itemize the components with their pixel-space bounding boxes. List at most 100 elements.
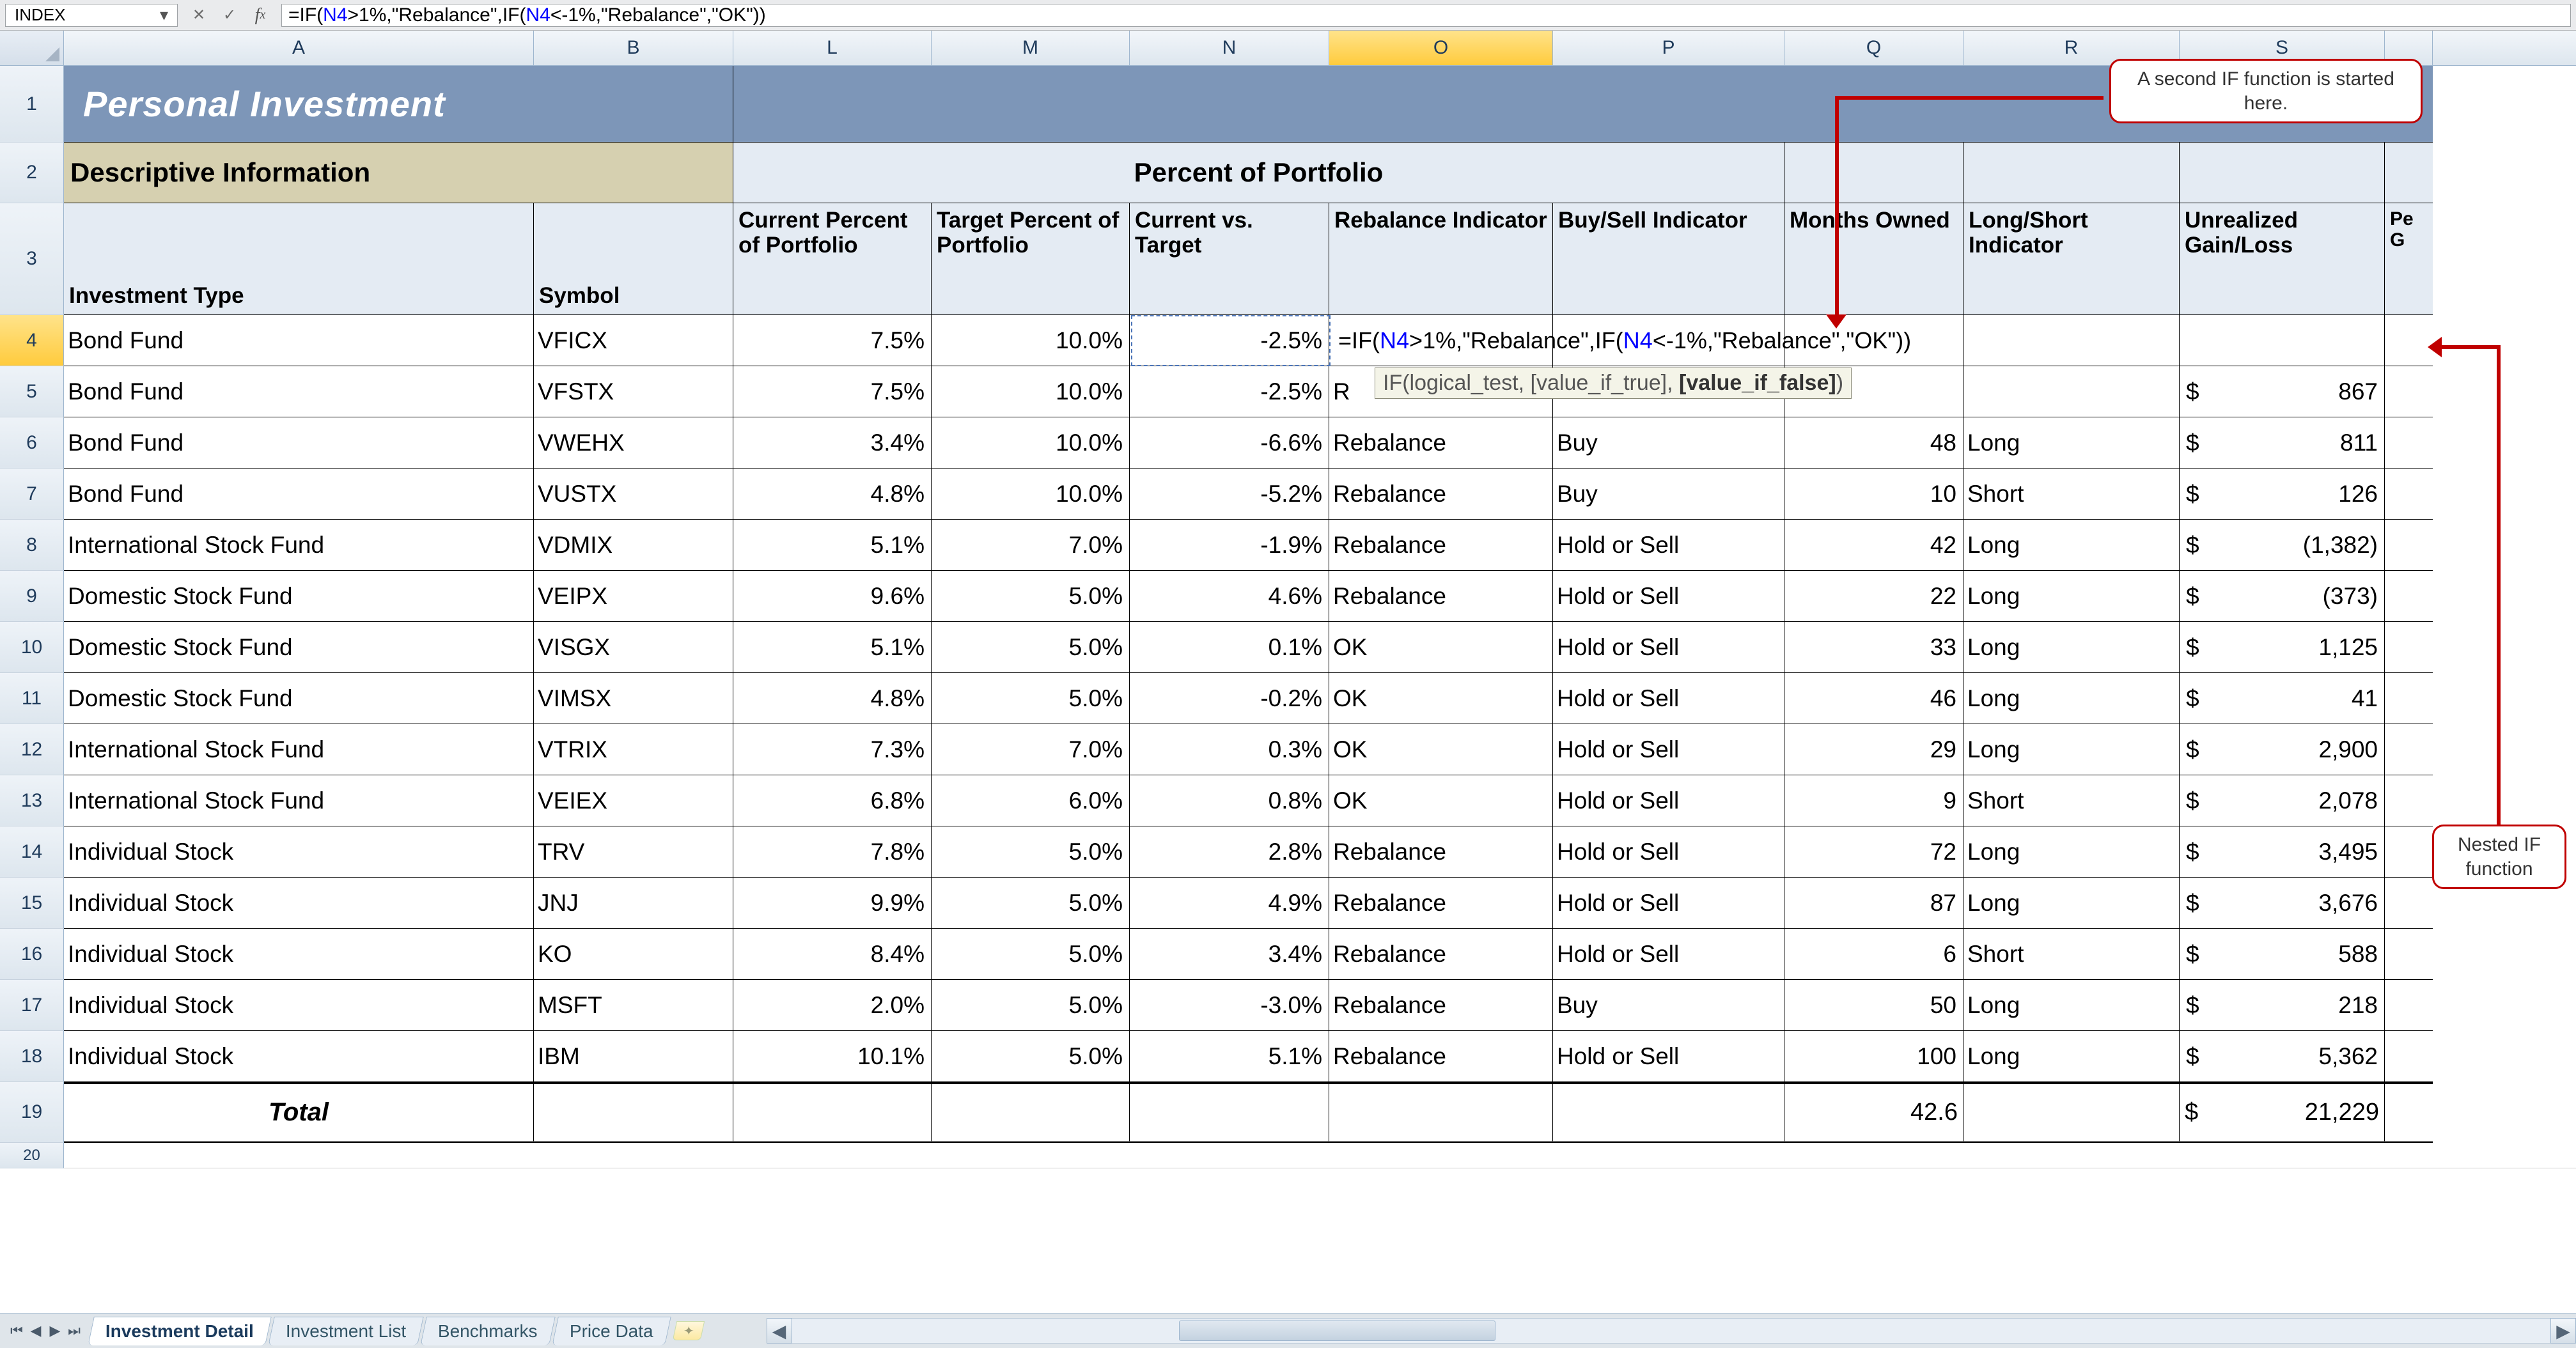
cell-A10[interactable]: Domestic Stock Fund — [64, 622, 534, 673]
cell-A8[interactable]: International Stock Fund — [64, 520, 534, 571]
cell-Q8[interactable]: 42 — [1784, 520, 1963, 571]
cell-T11[interactable] — [2385, 673, 2433, 724]
cell-O11[interactable]: OK — [1329, 673, 1553, 724]
cell-A13[interactable]: International Stock Fund — [64, 775, 534, 826]
cell-O6[interactable]: Rebalance — [1329, 417, 1553, 469]
cell-M18[interactable]: 5.0% — [932, 1031, 1130, 1082]
cell-L10[interactable]: 5.1% — [733, 622, 932, 673]
accept-formula-icon[interactable]: ✓ — [217, 4, 242, 26]
name-box-dropdown-icon[interactable]: ▾ — [160, 5, 168, 25]
cell-S13[interactable]: $2,078 — [2180, 775, 2385, 826]
hdr-investment-type[interactable]: Investment Type — [64, 203, 534, 315]
cell-M17[interactable]: 5.0% — [932, 980, 1130, 1031]
row-1-hdr[interactable]: 1 — [0, 66, 64, 143]
cell-P9[interactable]: Hold or Sell — [1553, 571, 1784, 622]
cell-O10[interactable]: OK — [1329, 622, 1553, 673]
hscroll-thumb[interactable] — [1179, 1321, 1495, 1341]
cell-M7[interactable]: 10.0% — [932, 469, 1130, 520]
total-t[interactable] — [2385, 1082, 2433, 1143]
cell-A9[interactable]: Domestic Stock Fund — [64, 571, 534, 622]
col-P[interactable]: P — [1553, 31, 1784, 65]
cell-B14[interactable]: TRV — [534, 826, 733, 878]
sheet-tab-investment-list[interactable]: Investment List — [268, 1317, 424, 1345]
title-cell[interactable]: Personal Investment — [64, 66, 733, 143]
cell-M12[interactable]: 7.0% — [932, 724, 1130, 775]
row-10-hdr[interactable]: 10 — [0, 622, 64, 673]
total-r[interactable] — [1963, 1082, 2180, 1143]
cell-R16[interactable]: Short — [1963, 929, 2180, 980]
cell-T17[interactable] — [2385, 980, 2433, 1031]
cell-R8[interactable]: Long — [1963, 520, 2180, 571]
cell-P16[interactable]: Hold or Sell — [1553, 929, 1784, 980]
tab-prev-icon[interactable]: ◀ — [27, 1322, 45, 1340]
formula-input[interactable]: =IF(N4>1%,"Rebalance",IF(N4<-1%,"Rebalan… — [281, 4, 2571, 27]
cell-S10[interactable]: $1,125 — [2180, 622, 2385, 673]
cell-R10[interactable]: Long — [1963, 622, 2180, 673]
cell-N12[interactable]: 0.3% — [1130, 724, 1329, 775]
row-4-hdr[interactable]: 4 — [0, 315, 64, 366]
cell-O7[interactable]: Rebalance — [1329, 469, 1553, 520]
row-15-hdr[interactable]: 15 — [0, 878, 64, 929]
cell-L15[interactable]: 9.9% — [733, 878, 932, 929]
hdr-current-vs-target[interactable]: Current vs. Target — [1130, 203, 1329, 315]
cell-A17[interactable]: Individual Stock — [64, 980, 534, 1031]
cell-S11[interactable]: $41 — [2180, 673, 2385, 724]
cell-T9[interactable] — [2385, 571, 2433, 622]
percent-portfolio-header[interactable]: Percent of Portfolio — [733, 143, 1784, 203]
cell-M13[interactable]: 6.0% — [932, 775, 1130, 826]
row-16-hdr[interactable]: 16 — [0, 929, 64, 980]
cell-N8[interactable]: -1.9% — [1130, 520, 1329, 571]
cell-P11[interactable]: Hold or Sell — [1553, 673, 1784, 724]
cell-L12[interactable]: 7.3% — [733, 724, 932, 775]
total-o[interactable] — [1329, 1082, 1553, 1143]
row-8-hdr[interactable]: 8 — [0, 520, 64, 571]
cell-Q17[interactable]: 50 — [1784, 980, 1963, 1031]
cell-M5[interactable]: 10.0% — [932, 366, 1130, 417]
sheet-tab-price-data[interactable]: Price Data — [552, 1317, 671, 1345]
cell-S9[interactable]: $(373) — [2180, 571, 2385, 622]
cell-N13[interactable]: 0.8% — [1130, 775, 1329, 826]
cell-M14[interactable]: 5.0% — [932, 826, 1130, 878]
hdr-partial[interactable]: Pe G — [2385, 203, 2433, 315]
total-q[interactable]: 42.6 — [1784, 1082, 1963, 1143]
blank-s2[interactable] — [2180, 143, 2385, 203]
row-7-hdr[interactable]: 7 — [0, 469, 64, 520]
cell-A6[interactable]: Bond Fund — [64, 417, 534, 469]
cell-N6[interactable]: -6.6% — [1130, 417, 1329, 469]
col-L[interactable]: L — [733, 31, 932, 65]
hdr-target-pct[interactable]: Target Percent of Portfolio — [932, 203, 1130, 315]
cell-Q7[interactable]: 10 — [1784, 469, 1963, 520]
total-s[interactable]: $21,229 — [2180, 1082, 2385, 1143]
row-13-hdr[interactable]: 13 — [0, 775, 64, 826]
sheet-tab-investment-detail[interactable]: Investment Detail — [88, 1317, 271, 1345]
cell-T13[interactable] — [2385, 775, 2433, 826]
cell-A4[interactable]: Bond Fund — [64, 315, 534, 366]
cell-P6[interactable]: Buy — [1553, 417, 1784, 469]
cell-B7[interactable]: VUSTX — [534, 469, 733, 520]
col-M[interactable]: M — [932, 31, 1130, 65]
cell-N11[interactable]: -0.2% — [1130, 673, 1329, 724]
sheet-tab-benchmarks[interactable]: Benchmarks — [420, 1317, 555, 1345]
cell-M16[interactable]: 5.0% — [932, 929, 1130, 980]
hdr-gainloss[interactable]: Unrealized Gain/Loss — [2180, 203, 2385, 315]
blank-t2[interactable] — [2385, 143, 2433, 203]
col-N[interactable]: N — [1130, 31, 1329, 65]
row-14-hdr[interactable]: 14 — [0, 826, 64, 878]
cell-T15[interactable] — [2385, 878, 2433, 929]
cell-L18[interactable]: 10.1% — [733, 1031, 932, 1082]
cell-A14[interactable]: Individual Stock — [64, 826, 534, 878]
cell-Q15[interactable]: 87 — [1784, 878, 1963, 929]
cell-B4[interactable]: VFICX — [534, 315, 733, 366]
cell-Q6[interactable]: 48 — [1784, 417, 1963, 469]
cell-B9[interactable]: VEIPX — [534, 571, 733, 622]
cell-P17[interactable]: Buy — [1553, 980, 1784, 1031]
col-O[interactable]: O — [1329, 31, 1553, 65]
horizontal-scrollbar[interactable]: ◀ ▶ — [767, 1318, 2576, 1344]
cell-S6[interactable]: $811 — [2180, 417, 2385, 469]
descriptive-info-header[interactable]: Descriptive Information — [64, 143, 733, 203]
tab-next-icon[interactable]: ▶ — [46, 1322, 64, 1340]
cell-O8[interactable]: Rebalance — [1329, 520, 1553, 571]
cell-O13[interactable]: OK — [1329, 775, 1553, 826]
cell-Q9[interactable]: 22 — [1784, 571, 1963, 622]
cell-S4[interactable] — [2180, 315, 2385, 366]
